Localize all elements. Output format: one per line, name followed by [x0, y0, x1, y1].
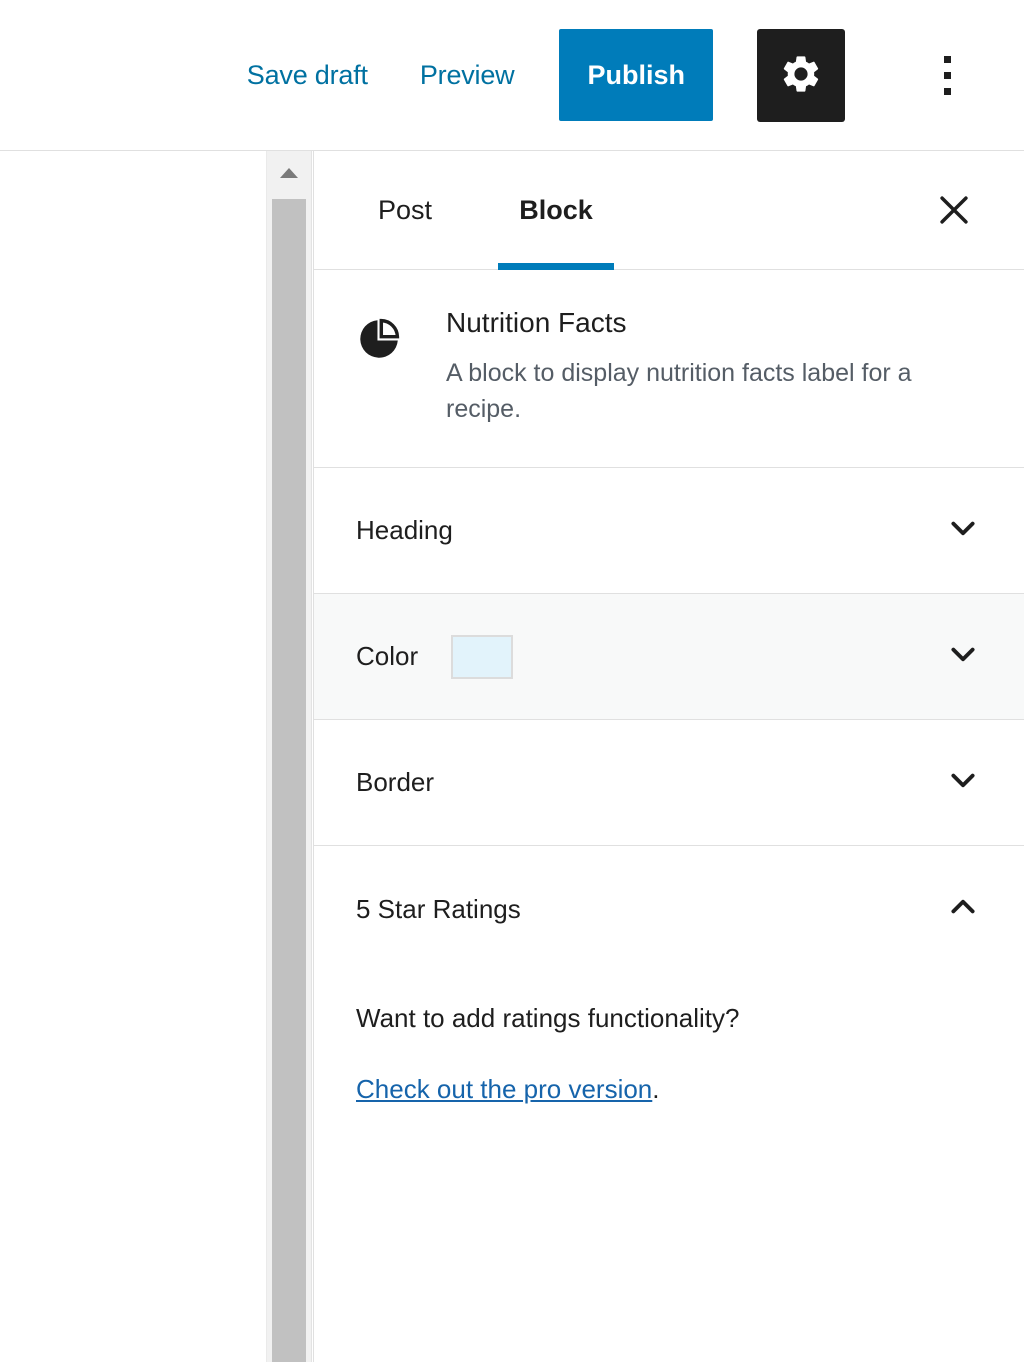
- publish-button[interactable]: Publish: [559, 29, 713, 121]
- settings-button[interactable]: [757, 28, 845, 122]
- gear-icon: [779, 52, 823, 99]
- tab-post[interactable]: Post: [355, 151, 455, 270]
- close-sidebar-button[interactable]: [924, 181, 984, 241]
- preview-button[interactable]: Preview: [420, 60, 515, 91]
- block-info-card: Nutrition Facts A block to display nutri…: [314, 270, 1024, 469]
- editor-top-toolbar: Save draft Preview Publish: [0, 0, 1024, 151]
- ratings-question-text: Want to add ratings functionality?: [356, 1003, 740, 1034]
- block-info-text: Nutrition Facts A block to display nutri…: [446, 307, 984, 427]
- panel-5-star-ratings-label: 5 Star Ratings: [356, 893, 521, 924]
- pie-chart-icon: [356, 308, 402, 427]
- chevron-down-icon: [942, 759, 984, 806]
- kebab-menu-icon: [943, 55, 951, 63]
- chevron-up-icon: [942, 886, 984, 933]
- ratings-panel-body: Want to add ratings functionality? Check…: [314, 972, 1024, 1105]
- save-draft-button[interactable]: Save draft: [247, 60, 368, 91]
- panel-border[interactable]: Border: [314, 720, 1024, 847]
- ratings-link-line: Check out the pro version.: [356, 1074, 984, 1105]
- chevron-down-icon: [942, 633, 984, 680]
- triangle-up-icon: [280, 168, 298, 178]
- block-description: A block to display nutrition facts label…: [446, 358, 912, 424]
- ratings-link-suffix: .: [652, 1074, 660, 1105]
- scrollbar-up-button[interactable]: [267, 151, 311, 195]
- tab-block[interactable]: Block: [496, 151, 616, 270]
- kebab-menu-icon: [943, 71, 951, 79]
- toolbar-actions: Save draft Preview Publish: [247, 0, 1024, 150]
- more-options-button[interactable]: [927, 35, 967, 115]
- panel-color[interactable]: Color: [314, 594, 1024, 721]
- color-swatch-indicator[interactable]: [451, 634, 514, 679]
- vertical-scrollbar[interactable]: [266, 151, 312, 1362]
- panel-border-label: Border: [356, 767, 435, 798]
- panel-color-label: Color: [356, 641, 419, 672]
- panel-heading[interactable]: Heading: [314, 468, 1024, 595]
- chevron-down-icon: [942, 507, 984, 554]
- close-icon: [932, 188, 976, 235]
- block-title: Nutrition Facts: [446, 307, 627, 338]
- panel-heading-label: Heading: [356, 515, 453, 546]
- scrollbar-thumb[interactable]: [272, 199, 306, 1362]
- kebab-menu-icon: [943, 87, 951, 95]
- sidebar-tab-bar: Post Block: [314, 151, 1024, 270]
- panel-5-star-ratings[interactable]: 5 Star Ratings: [314, 846, 1024, 973]
- block-settings-sidebar: Post Block Nutrition Facts A block to di…: [313, 151, 1024, 1362]
- editor-canvas-area: [0, 151, 266, 1362]
- pro-version-link[interactable]: Check out the pro version: [356, 1074, 652, 1104]
